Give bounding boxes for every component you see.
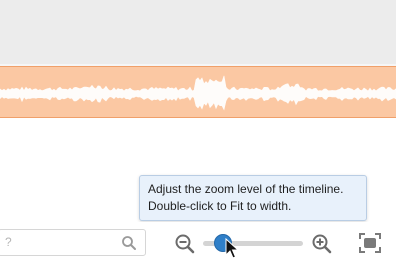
tooltip-line-2: Double-click to Fit to width. <box>148 199 292 213</box>
fit-to-width-icon[interactable] <box>358 232 382 254</box>
mouse-cursor-icon <box>225 238 239 259</box>
zoom-out-icon[interactable] <box>174 233 196 255</box>
audio-waveform <box>0 75 396 111</box>
zoom-in-icon[interactable] <box>311 233 333 255</box>
search-icon[interactable] <box>121 235 137 251</box>
tooltip-line-1: Adjust the zoom level of the timeline. <box>148 182 344 196</box>
audio-clip[interactable] <box>0 66 396 118</box>
timeline-header-area <box>0 0 396 65</box>
zoom-tooltip: Adjust the zoom level of the timeline. D… <box>139 175 367 221</box>
search-input[interactable] <box>5 232 115 252</box>
search-field[interactable] <box>0 229 146 256</box>
